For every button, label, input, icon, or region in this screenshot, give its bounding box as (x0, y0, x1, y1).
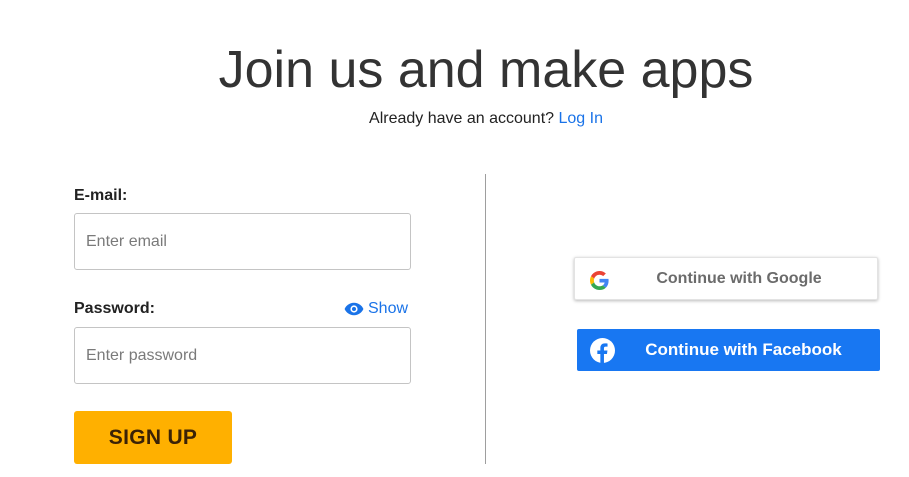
show-password-toggle[interactable]: Show (344, 298, 408, 320)
login-link[interactable]: Log In (558, 110, 602, 127)
continue-with-google-button[interactable]: Continue with Google (574, 257, 878, 300)
password-input[interactable] (74, 327, 411, 384)
eye-icon (344, 302, 364, 316)
email-input[interactable] (74, 213, 411, 270)
google-button-label: Continue with Google (656, 270, 822, 287)
show-password-label: Show (368, 300, 409, 317)
vertical-divider (485, 174, 486, 464)
login-prompt-text: Already have an account? (369, 110, 555, 127)
password-label: Password: (74, 300, 155, 317)
sign-up-button[interactable]: SIGN UP (74, 411, 232, 464)
continue-with-facebook-button[interactable]: Continue with Facebook (577, 329, 880, 371)
email-label: E-mail: (74, 187, 128, 204)
page-title: Join us and make apps (218, 41, 754, 99)
login-prompt: Already have an account? Log In (0, 108, 909, 130)
facebook-button-label: Continue with Facebook (645, 340, 842, 359)
